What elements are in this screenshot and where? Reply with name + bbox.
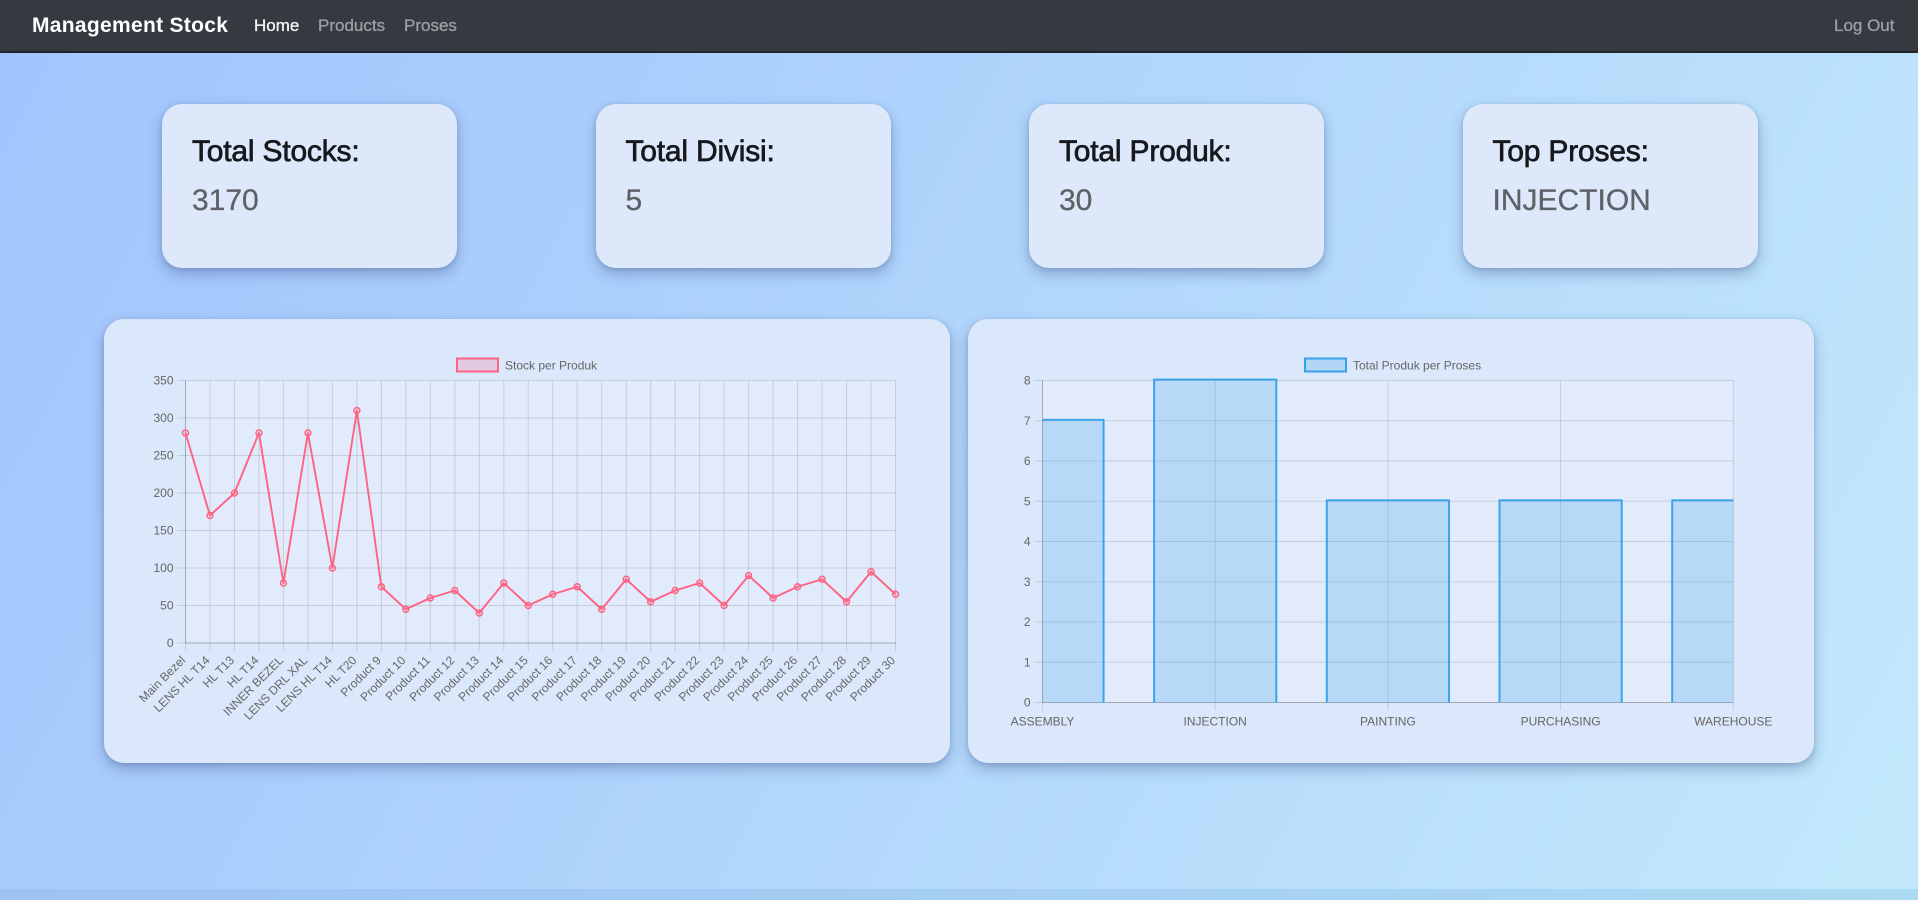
svg-text:7: 7: [1024, 414, 1031, 428]
svg-text:PAINTING: PAINTING: [1360, 715, 1416, 729]
svg-text:0: 0: [1024, 696, 1031, 710]
svg-text:200: 200: [153, 486, 173, 500]
svg-text:1: 1: [1024, 655, 1031, 669]
svg-text:300: 300: [153, 411, 173, 425]
svg-text:0: 0: [167, 636, 174, 650]
svg-text:2: 2: [1024, 615, 1031, 629]
svg-text:ASSEMBLY: ASSEMBLY: [1011, 715, 1075, 729]
svg-text:150: 150: [153, 524, 173, 538]
svg-text:50: 50: [160, 599, 174, 613]
svg-text:3: 3: [1024, 575, 1031, 589]
svg-text:5: 5: [1024, 494, 1031, 508]
svg-text:350: 350: [153, 374, 173, 388]
svg-text:100: 100: [153, 561, 173, 575]
svg-text:INJECTION: INJECTION: [1184, 715, 1247, 729]
svg-text:PURCHASING: PURCHASING: [1521, 715, 1601, 729]
svg-text:Total Produk per Proses: Total Produk per Proses: [1353, 359, 1481, 373]
svg-text:8: 8: [1024, 374, 1031, 388]
svg-text:6: 6: [1024, 454, 1031, 468]
svg-text:Stock per Produk: Stock per Produk: [505, 359, 598, 373]
svg-text:4: 4: [1024, 535, 1031, 549]
svg-text:250: 250: [153, 449, 173, 463]
svg-text:WAREHOUSE: WAREHOUSE: [1694, 715, 1772, 729]
